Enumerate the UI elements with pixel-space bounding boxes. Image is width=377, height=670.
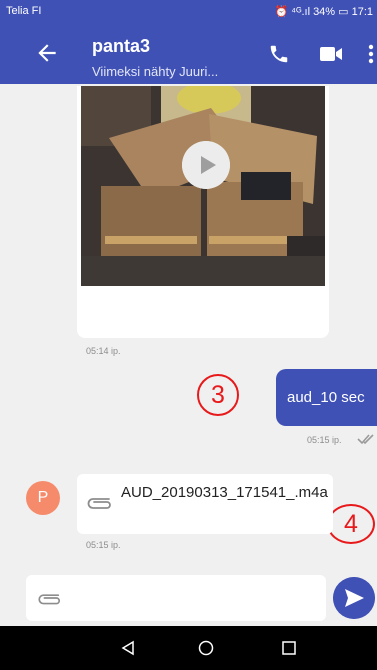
message-time: 05:15 ip. <box>307 435 342 445</box>
more-vertical-icon[interactable] <box>368 43 374 65</box>
navigation-bar <box>0 626 377 670</box>
annotation-marker: 4 <box>327 504 375 544</box>
message-time: 05:14 ip. <box>86 346 121 356</box>
file-name: AUD_20190313_171541_.m4a <box>121 484 328 501</box>
incoming-video-message[interactable] <box>77 86 329 338</box>
message-input[interactable] <box>72 588 312 608</box>
nav-back-icon[interactable] <box>120 640 136 656</box>
back-arrow-icon[interactable] <box>34 40 60 66</box>
last-seen-subtitle: Viimeksi nähty Juuri... <box>92 64 219 79</box>
attach-icon[interactable] <box>36 588 62 608</box>
send-icon[interactable] <box>333 577 375 619</box>
outgoing-message-bubble[interactable]: aud_10 sec <box>276 369 377 426</box>
avatar[interactable]: P <box>26 481 60 515</box>
carrier-label: Telia FI <box>6 5 42 17</box>
nav-home-icon[interactable] <box>198 640 214 656</box>
double-check-icon <box>357 434 374 445</box>
paperclip-icon <box>87 498 111 509</box>
status-bar: Telia FI ⏰ ⁴ᴳ.ıl 34% ▭ 17:1 <box>0 0 377 22</box>
play-icon[interactable] <box>182 141 230 189</box>
chat-title[interactable]: panta3 <box>92 36 150 57</box>
message-composer <box>26 575 326 621</box>
app-bar: panta3 Viimeksi nähty Juuri... <box>0 22 377 84</box>
status-indicators: ⏰ ⁴ᴳ.ıl 34% ▭ 17:1 <box>274 6 373 18</box>
video-camera-icon[interactable] <box>319 45 343 63</box>
message-text: aud_10 sec <box>287 389 365 406</box>
phone-icon[interactable] <box>268 43 290 65</box>
nav-recent-apps-icon[interactable] <box>282 641 296 655</box>
annotation-marker: 3 <box>197 374 239 416</box>
incoming-file-message[interactable]: AUD_20190313_171541_.m4a <box>77 474 333 534</box>
message-time: 05:15 ip. <box>86 540 121 550</box>
